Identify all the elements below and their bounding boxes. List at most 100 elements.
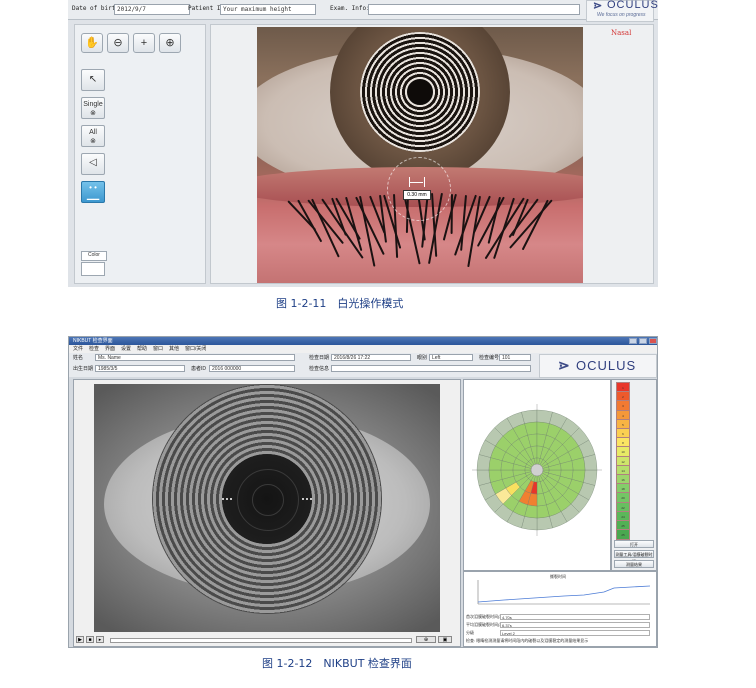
play-button[interactable]: ▶ xyxy=(76,636,84,643)
caption-figure-1-2-11: 图 1-2-11 白光操作模式 xyxy=(276,297,404,310)
playback-controls: ▶ ■ ▸ ⊕ ▣ xyxy=(76,636,456,644)
pupil-ring xyxy=(252,484,284,516)
exam-info-label: Exam. Info: xyxy=(330,5,370,12)
color-label: Color xyxy=(81,251,107,261)
orientation-label: Nasal xyxy=(611,29,632,37)
angle-icon: ◁ xyxy=(89,157,97,168)
measure-value: 0.30 mm xyxy=(403,190,431,200)
first-breakup-label: 首次泪膜破裂时间(秒) xyxy=(466,614,505,619)
eye-field[interactable]: Left xyxy=(429,354,473,361)
exam-date-label: 检查日期 xyxy=(309,355,330,361)
dob-field[interactable]: 1985/3/5 xyxy=(95,365,185,372)
image-viewer: 0.30 mm Nasal xyxy=(210,24,654,284)
menu-item[interactable]: 设置 xyxy=(121,345,131,353)
minimize-button[interactable] xyxy=(629,338,637,344)
reflection-dot xyxy=(302,498,304,500)
tear-breakup-graph: 撕裂时间 首次泪膜破裂时间(秒) 4.70s 平均泪膜破裂时间(秒) 6.37s… xyxy=(463,571,657,647)
tool-panel: ✋ ⊖ + ⊕ ↖ Single ⊗ All ⊗ ◁ • • ▁▁ Color xyxy=(74,24,206,284)
menu-item[interactable]: 文件 xyxy=(73,345,83,353)
menu-item[interactable]: 帮助 xyxy=(137,345,147,353)
exam-info-label: 检查信息 xyxy=(309,366,330,372)
delete-icon: ⊗ xyxy=(90,110,96,117)
window-titlebar: NIKBUT 检查界面 xyxy=(69,337,657,345)
menu-item[interactable]: 界面 xyxy=(105,345,115,353)
ruler-tool-button[interactable]: • • ▁▁ xyxy=(81,181,105,203)
oculus-brand: OCULUS xyxy=(576,358,637,373)
patient-id-field[interactable]: 2016 000000 xyxy=(209,365,295,372)
oculus-slogan: We focus on progress xyxy=(597,12,646,18)
avg-breakup-value: 6.37s xyxy=(500,622,650,628)
patient-id-field[interactable]: Your maximum height xyxy=(220,4,316,15)
menu-item[interactable]: 窗口 xyxy=(153,345,163,353)
exam-info-field[interactable] xyxy=(368,4,580,15)
reflection-dot xyxy=(310,498,312,500)
eye-photo-infrared[interactable] xyxy=(94,384,440,632)
eye-photo-white-light[interactable]: 0.30 mm xyxy=(257,27,583,283)
grade-label: 分级 xyxy=(466,630,474,635)
pupil xyxy=(405,77,435,107)
exam-no-label: 检查编号 xyxy=(479,355,500,361)
zoom-in-icon: ⊕ xyxy=(165,37,175,49)
eye-label: 眼别 xyxy=(417,355,428,361)
pointer-button[interactable]: ↖ xyxy=(81,69,105,91)
maximize-button[interactable] xyxy=(639,338,647,344)
tear-meniscus-marker[interactable] xyxy=(403,177,433,191)
exam-no-field[interactable]: 101 xyxy=(499,354,531,361)
close-button[interactable] xyxy=(649,338,657,344)
oculus-mark-icon: ⋗ xyxy=(593,0,603,12)
breakup-curve xyxy=(477,580,651,605)
crosshair-button[interactable]: + xyxy=(133,33,155,53)
reflection-dot xyxy=(230,498,232,500)
all-delete-button[interactable]: All ⊗ xyxy=(81,125,105,147)
reflection-dot xyxy=(222,498,224,500)
nikbut-screenshot: NIKBUT 检查界面 文件 检查 界面 设置 帮助 窗口 其他 窗口/关闭 姓… xyxy=(68,336,658,648)
window-title: NIKBUT 检查界面 xyxy=(73,338,113,344)
exam-date-field[interactable]: 2016/8/26 17:22 xyxy=(331,354,411,361)
frame-button[interactable]: ▸ xyxy=(96,636,104,643)
pointer-icon: ↖ xyxy=(88,74,98,85)
crosshair-icon: + xyxy=(140,37,148,49)
color-legend: 1 2 3 4 5 6 8 10 12 14 16 18 20 22 24 25 25 打开 测量工具/泪膜破裂… xyxy=(611,379,657,571)
nikbut-image-pane: ▶ ■ ▸ ⊕ ▣ xyxy=(73,379,461,647)
stop-button[interactable]: ■ xyxy=(86,636,94,643)
note-text: 检查: 眼睛检测测量请将时间段内的破裂以及泪膜稳定的测量结果显示 xyxy=(466,638,589,643)
measure-tool-button[interactable]: 测量工具/泪膜破裂时间 xyxy=(614,550,654,564)
fit-button[interactable]: ▣ xyxy=(438,636,452,643)
result-button[interactable]: 测量结果 xyxy=(614,560,654,568)
open-button[interactable]: 打开 xyxy=(614,540,654,548)
zoom-button[interactable]: ⊕ xyxy=(416,636,436,643)
pan-button[interactable]: ✋ xyxy=(81,33,103,53)
oculus-logo: ⋗ OCULUS xyxy=(539,354,657,378)
caption-figure-1-2-12: 图 1-2-12 NIKBUT 检查界面 xyxy=(262,657,412,670)
first-breakup-value: 4.70s xyxy=(500,614,650,620)
dob-field[interactable]: 2012/9/7 xyxy=(114,4,190,15)
delete-all-icon: ⊗ xyxy=(90,138,96,145)
oculus-brand: OCULUS xyxy=(607,0,658,11)
frame-slider[interactable] xyxy=(110,638,412,643)
legend-swatch: 25 xyxy=(616,529,630,541)
menu-item[interactable]: 其他 xyxy=(169,345,179,353)
reflection-dot xyxy=(226,498,228,500)
name-label: 姓名 xyxy=(73,355,84,361)
hand-icon: ✋ xyxy=(85,37,99,49)
patient-id-label: 患者ID xyxy=(191,366,207,372)
avg-breakup-label: 平均泪膜破裂时间(秒) xyxy=(466,622,505,627)
marker-line xyxy=(409,182,423,183)
angle-tool-button[interactable]: ◁ xyxy=(81,153,105,175)
zoom-in-button[interactable]: ⊕ xyxy=(159,33,181,53)
name-field[interactable]: Ms. Name xyxy=(95,354,295,361)
exam-info-field[interactable] xyxy=(331,365,531,372)
dob-label: 出生日期 xyxy=(73,366,94,372)
zoom-out-button[interactable]: ⊖ xyxy=(107,33,129,53)
tear-film-map xyxy=(463,379,611,571)
oculus-mark-icon: ⋗ xyxy=(558,357,570,373)
map-center xyxy=(530,463,544,477)
menu-item[interactable]: 窗口/关闭 xyxy=(185,345,206,353)
grade-value: Level 2 xyxy=(500,630,650,636)
reflection-dot xyxy=(306,498,308,500)
break-up-polar-map xyxy=(472,404,602,536)
color-swatch[interactable] xyxy=(81,262,105,276)
menu-item[interactable]: 检查 xyxy=(89,345,99,353)
single-delete-button[interactable]: Single ⊗ xyxy=(81,97,105,119)
single-label: Single xyxy=(83,101,103,108)
